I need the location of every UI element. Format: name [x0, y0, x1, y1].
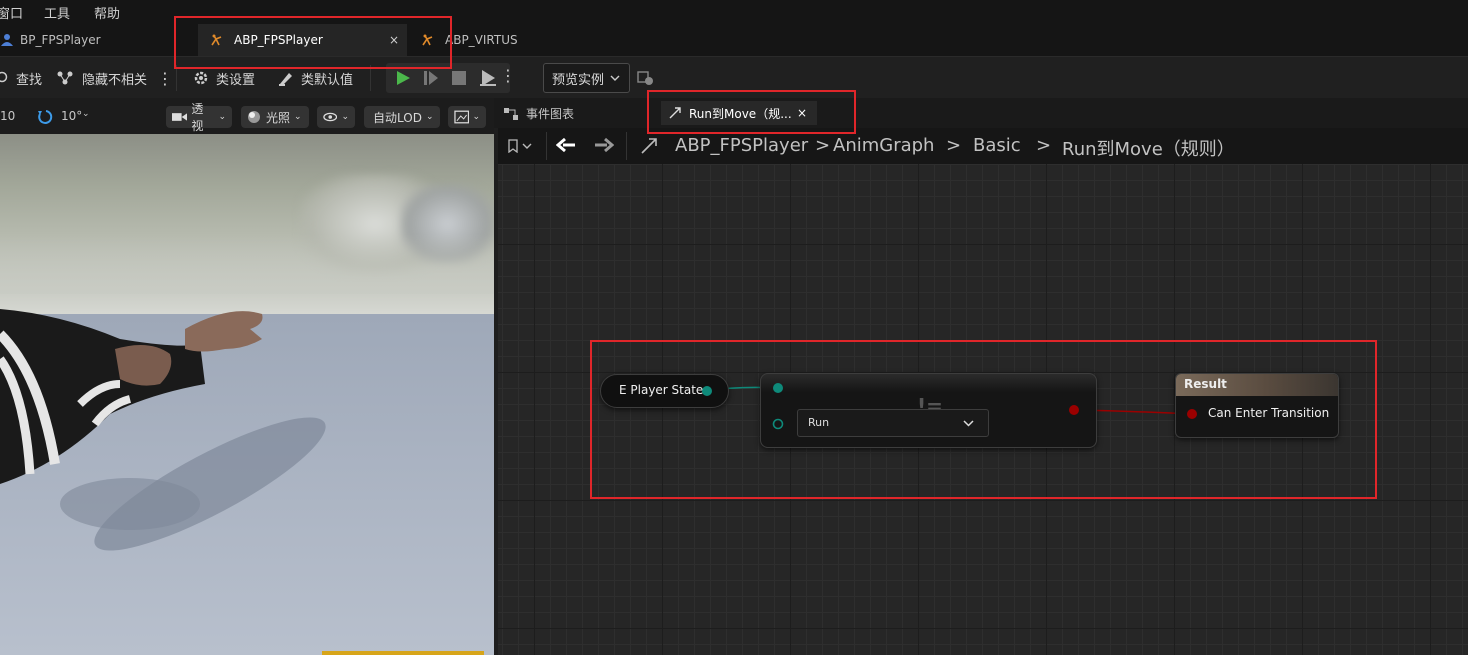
preview-instance-dropdown[interactable]: 预览实例	[543, 63, 630, 93]
hide-unrelated-label: 隐藏不相关	[82, 72, 148, 88]
more-options-icon[interactable]: ⋮	[157, 57, 173, 99]
scene-settings-icon	[454, 110, 470, 124]
back-arrow-icon[interactable]	[556, 137, 576, 153]
step-icon[interactable]	[423, 70, 439, 86]
breadcrumb-item[interactable]: Basic	[973, 135, 1021, 156]
highlight-box-asset-tab	[174, 16, 452, 69]
highlight-box-nodes	[590, 340, 1377, 499]
show-dropdown[interactable]: ⌄	[317, 106, 355, 128]
preview-scene-dropdown[interactable]: ⌄	[448, 106, 486, 128]
transition-rule-icon	[641, 138, 657, 154]
viewport-status-bar	[322, 651, 484, 655]
hide-unrelated-icon	[57, 71, 73, 85]
preview-instance-label: 预览实例	[552, 72, 605, 88]
highlight-box-rule-tab	[647, 90, 856, 134]
tab-event-graph[interactable]: 事件图表	[504, 105, 574, 122]
forward-arrow-icon[interactable]	[594, 137, 614, 153]
lit-dropdown[interactable]: 光照 ⌄	[241, 106, 309, 128]
tab-label: 事件图表	[526, 107, 575, 121]
rotation-snap-icon[interactable]	[36, 108, 54, 126]
chevron-down-icon	[610, 75, 620, 81]
viewport-toolbar: 10 10° ⌄ 透视 ⌄ 光照 ⌄ ⌄ 自动LOD ⌄ ⌄	[0, 98, 494, 134]
tab-label: ABP_VIRTUS	[445, 33, 518, 47]
blueprint-actor-icon	[1, 34, 13, 46]
lod-label: 自动LOD	[373, 110, 422, 125]
gear-icon	[194, 71, 208, 85]
perspective-dropdown[interactable]: 透视 ⌄	[166, 102, 232, 133]
stop-icon[interactable]	[452, 71, 466, 85]
lod-dropdown[interactable]: 自动LOD ⌄	[364, 106, 440, 128]
menu-tools[interactable]: 工具	[44, 3, 70, 22]
breadcrumb-item[interactable]: Run到Move（规则）	[1062, 135, 1235, 161]
edit-defaults-icon	[279, 73, 292, 86]
class-defaults-label: 类默认值	[301, 72, 354, 88]
class-settings-label: 类设置	[216, 72, 256, 88]
breadcrumb-separator: >	[815, 135, 831, 156]
character-arms-mesh	[0, 309, 326, 551]
play-icon[interactable]	[395, 70, 411, 86]
breadcrumb-separator: >	[946, 135, 962, 156]
camera-icon	[172, 113, 188, 121]
tab-bp-fpsplayer[interactable]: BP_FPSPlayer	[0, 24, 170, 56]
play-options-icon[interactable]: ⋮	[500, 66, 516, 85]
breadcrumb-separator: >	[1036, 135, 1052, 156]
find-button[interactable]: 查找	[0, 57, 42, 99]
breadcrumb-item[interactable]: ABP_FPSPlayer	[675, 135, 808, 156]
menu-help[interactable]: 帮助	[94, 3, 120, 22]
debug-object-icon[interactable]	[637, 69, 655, 87]
tab-label: BP_FPSPlayer	[20, 33, 101, 47]
bookmark-icon[interactable]	[508, 139, 532, 153]
rotation-snap-value[interactable]: 10°	[61, 109, 82, 123]
graph-tab-bar: 事件图表 Run到Move（规... ×	[494, 98, 1468, 128]
lit-label: 光照	[266, 110, 291, 125]
find-label: 查找	[16, 72, 43, 88]
search-icon	[0, 71, 8, 83]
graph-icon	[504, 107, 518, 120]
lit-sphere-icon	[248, 111, 260, 123]
eject-icon[interactable]	[479, 69, 497, 87]
breadcrumb: ABP_FPSPlayer > AnimGraph > Basic > Run到…	[498, 128, 1468, 164]
eye-icon	[323, 112, 338, 122]
hide-unrelated-button[interactable]: 隐藏不相关	[56, 57, 147, 99]
menu-window[interactable]: 窗口	[0, 3, 23, 22]
preview-viewport[interactable]	[0, 134, 494, 655]
grid-snap-value[interactable]: 10	[0, 109, 15, 123]
breadcrumb-item[interactable]: AnimGraph	[833, 135, 934, 156]
perspective-label: 透视	[191, 102, 204, 133]
